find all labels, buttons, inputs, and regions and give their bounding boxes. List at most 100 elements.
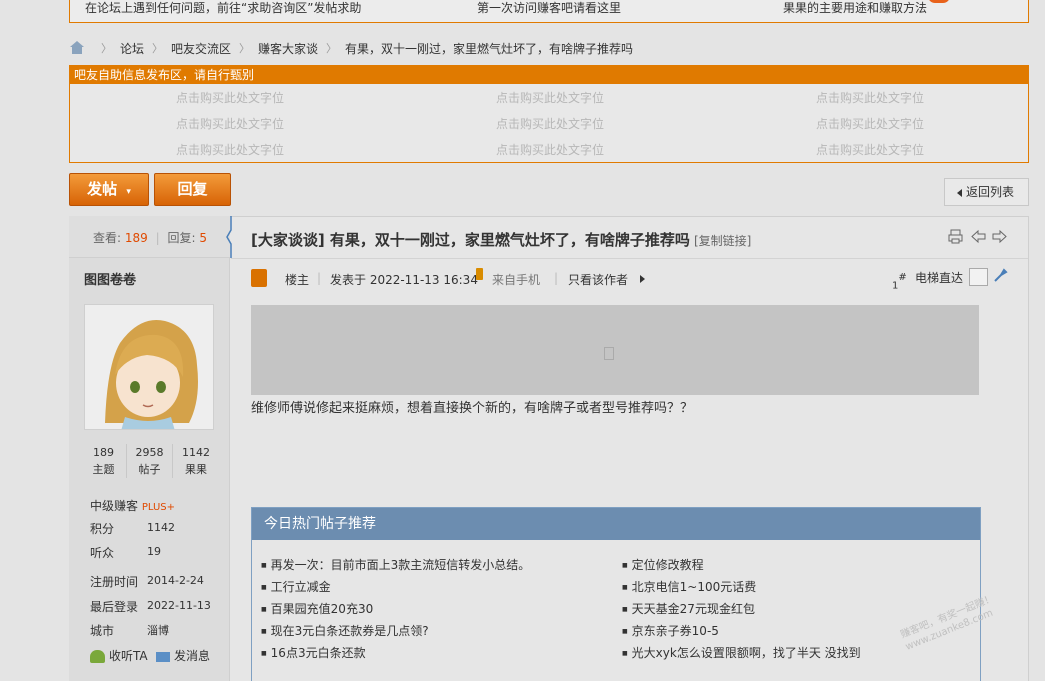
next-thread-icon[interactable] — [992, 229, 1007, 244]
chevron-down-icon: ▾ — [126, 187, 131, 197]
ad-slot[interactable]: 点击购买此处文字位 — [390, 137, 710, 163]
post-source[interactable]: 来自手机 — [492, 271, 540, 288]
points-value: 1142 — [147, 521, 175, 534]
last-login-value: 2022-11-13 — [147, 599, 211, 612]
floor-jump-input[interactable] — [969, 268, 988, 286]
floor-number: 1# — [892, 272, 907, 291]
fans-label: 听众 — [90, 546, 115, 560]
posts-stat[interactable]: 2958 帖子 — [127, 444, 173, 478]
replies-count: 5 — [199, 231, 207, 245]
notice-fruit-link[interactable]: 果果的主要用途和赚取方法 — [783, 0, 927, 16]
register-label: 注册时间 — [90, 575, 139, 589]
follow-button[interactable]: 收听TA — [90, 647, 148, 664]
ad-slot[interactable]: 点击购买此处文字位 — [710, 111, 1030, 137]
reply-label: 回复 — [177, 180, 208, 198]
author-level: 中级赚客 PLUS+ — [90, 497, 175, 514]
ad-slot[interactable]: 点击购买此处文字位 — [710, 137, 1030, 163]
ad-slot[interactable]: 点击购买此处文字位 — [390, 111, 710, 137]
views-label: 查看: — [93, 231, 122, 245]
hot-thread-link[interactable]: 百果园充值20充30 — [261, 598, 530, 620]
owner-label: 楼主 — [285, 273, 310, 287]
hot-thread-link[interactable]: 现在3元白条还款券是几点领? — [261, 620, 530, 642]
sidebar-pointer-icon — [226, 216, 232, 258]
hot-thread-link[interactable]: 16点3元白条还款 — [261, 642, 530, 664]
home-icon[interactable] — [69, 41, 85, 55]
avatar[interactable] — [84, 304, 214, 430]
back-arrow-icon — [957, 188, 962, 197]
copy-link-button[interactable]: [复制链接] — [694, 234, 751, 248]
breadcrumb-separator: 〉 — [239, 42, 251, 55]
posts-count: 2958 — [135, 446, 164, 459]
posts-label: 帖子 — [138, 463, 161, 476]
breadcrumb-separator: 〉 — [152, 42, 164, 55]
follow-icon — [90, 650, 105, 663]
views-count: 189 — [124, 231, 148, 245]
fruit-count: 1142 — [182, 446, 210, 459]
ad-box-header: 吧友自助信息发布区，请自行甄别 — [70, 66, 1028, 84]
ad-slot[interactable]: 点击购买此处文字位 — [710, 85, 1030, 111]
post-image[interactable] — [251, 305, 979, 395]
ad-slot[interactable]: 点击购买此处文字位 — [70, 137, 390, 163]
ad-slot[interactable]: 点击购买此处文字位 — [70, 111, 390, 137]
meta-separator: | — [554, 271, 559, 285]
ad-box: 吧友自助信息发布区，请自行甄别 点击购买此处文字位 点击购买此处文字位 点击购买… — [69, 65, 1029, 163]
register-row: 注册时间 2014-2-24 — [90, 573, 204, 590]
notice-first-visit-link[interactable]: 第一次访问赚客吧请看这里 — [477, 0, 621, 16]
hot-thread-link[interactable]: 再发一次：目前市面上3款主流短信转发小总结。 — [261, 554, 531, 576]
post-content: 维修师傅说修起来挺麻烦，想着直接换个新的，有啥牌子或者型号推荐吗？？ — [251, 401, 694, 416]
only-author-link[interactable]: 只看该作者 — [568, 271, 628, 288]
fruit-stat[interactable]: 1142 果果 — [173, 444, 219, 478]
message-button[interactable]: 发消息 — [156, 647, 210, 664]
breadcrumb-forum[interactable]: 论坛 — [120, 40, 144, 57]
new-post-label: 发帖 — [87, 180, 118, 198]
fruit-label: 果果 — [185, 463, 207, 476]
return-list-label: 返回列表 — [966, 185, 1015, 199]
divider — [231, 258, 1028, 259]
level-name[interactable]: 中级赚客 — [90, 499, 138, 513]
last-login-row: 最后登录 2022-11-13 — [90, 598, 211, 615]
hot-thread-link[interactable]: 天天基金27元现金红包 — [622, 598, 861, 620]
author-counts: 189 主题 2958 帖子 1142 果果 — [81, 444, 219, 478]
hot-thread-link[interactable]: 光大xyk怎么设置限额啊，找了半天 没找到 — [622, 642, 861, 664]
topics-stat[interactable]: 189 主题 — [81, 444, 127, 478]
replies-label: 回复: — [167, 231, 196, 245]
thread-stats: 查看: 189 | 回复: 5 — [93, 231, 207, 245]
return-list-button[interactable]: 返回列表 — [944, 178, 1029, 206]
hot-thread-link[interactable]: 北京电信1~100元话费 — [622, 576, 861, 598]
city-value: 淄博 — [147, 624, 169, 637]
reply-button[interactable]: 回复 — [154, 173, 231, 206]
notice-help-link[interactable]: 在论坛上遇到任何问题，前往“求助咨询区”发帖求助 — [85, 0, 361, 16]
register-value: 2014-2-24 — [147, 574, 204, 587]
caret-right-icon[interactable] — [640, 275, 645, 283]
hot-thread-link[interactable]: 定位修改教程 — [622, 554, 861, 576]
hot-threads-box: 今日热门帖子推荐 再发一次：目前市面上3款主流短信转发小总结。 工行立减金 百果… — [251, 507, 981, 681]
new-post-button[interactable]: 发帖 ▾ — [69, 173, 149, 206]
avatar-image — [85, 305, 213, 429]
print-icon[interactable] — [948, 229, 963, 244]
topics-count: 189 — [93, 446, 114, 459]
points-row: 积分 1142 — [90, 520, 175, 537]
breadcrumb-board[interactable]: 赚客大家谈 — [258, 40, 318, 57]
envelope-icon — [156, 651, 170, 662]
level-badge: PLUS+ — [141, 502, 175, 513]
city-label: 城市 — [90, 624, 115, 638]
hot-badge: 热 — [928, 0, 950, 3]
floor-suffix: # — [898, 272, 907, 283]
meta-separator: | — [317, 271, 322, 285]
image-placeholder-icon — [604, 347, 614, 360]
ad-slot[interactable]: 点击购买此处文字位 — [70, 85, 390, 111]
author-name[interactable]: 图图卷卷 — [84, 269, 136, 288]
breadcrumb-thread[interactable]: 有果，双十一刚过，家里燃气灶坏了，有啥牌子推荐吗 — [345, 40, 633, 57]
jump-go-icon[interactable] — [993, 268, 1008, 283]
breadcrumb-separator: 〉 — [326, 42, 338, 55]
hot-thread-link[interactable]: 京东亲子券10-5 — [622, 620, 861, 642]
thread-title: [大家谈谈] 有果，双十一刚过，家里燃气灶坏了，有啥牌子推荐吗 [复制链接] — [251, 229, 751, 250]
thread-title-text: [大家谈谈] 有果，双十一刚过，家里燃气灶坏了，有啥牌子推荐吗 — [251, 231, 690, 249]
points-label: 积分 — [90, 522, 115, 536]
prev-thread-icon[interactable] — [971, 229, 986, 244]
ad-slot[interactable]: 点击购买此处文字位 — [390, 85, 710, 111]
hot-thread-link[interactable]: 工行立减金 — [261, 576, 530, 598]
breadcrumb-section[interactable]: 吧友交流区 — [171, 40, 231, 57]
ad-grid: 点击购买此处文字位 点击购买此处文字位 点击购买此处文字位 点击购买此处文字位 … — [70, 84, 1028, 163]
city-row: 城市 淄博 — [90, 622, 169, 639]
